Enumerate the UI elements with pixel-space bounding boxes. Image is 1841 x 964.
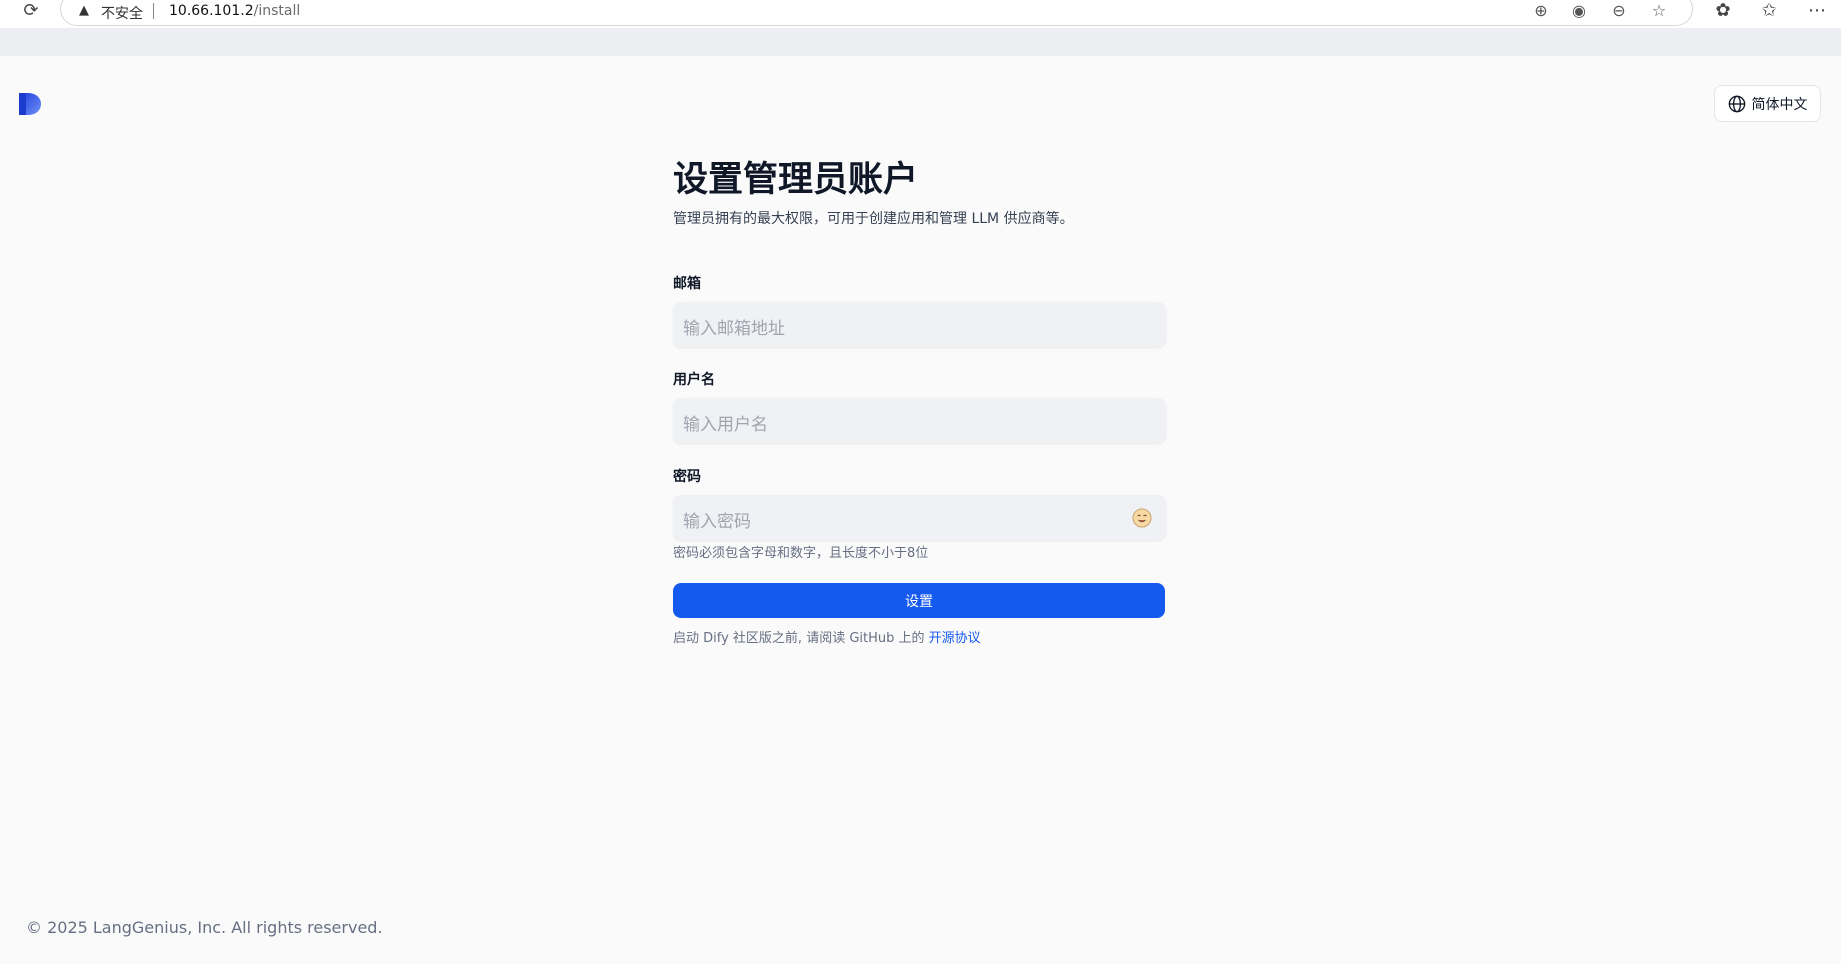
email-placeholder: 输入邮箱地址 <box>683 319 785 339</box>
favorite-star-icon[interactable]: ☆ <box>1649 1 1669 20</box>
open-source-license-link[interactable]: 开源协议 <box>929 631 981 646</box>
language-label: 简体中文 <box>1751 96 1808 113</box>
url-path: /install <box>253 3 301 19</box>
security-status[interactable]: 不安全 <box>101 3 143 23</box>
language-selector[interactable]: 简体中文 <box>1714 85 1821 122</box>
zoom-icon[interactable]: ⊕ <box>1531 1 1551 20</box>
page-subtitle: 管理员拥有的最大权限，可用于创建应用和管理 LLM 供应商等。 <box>673 211 1074 227</box>
license-notice: 启动 Dify 社区版之前, 请阅读 GitHub 上的 开源协议 <box>673 627 981 646</box>
username-placeholder: 输入用户名 <box>683 415 768 435</box>
extensions-icon[interactable]: ✿ <box>1712 0 1734 21</box>
warning-icon[interactable]: ▲ <box>79 3 89 18</box>
favorites-icon[interactable]: ✩ <box>1758 0 1780 21</box>
url-text[interactable]: 10.66.101.2/install <box>169 3 300 19</box>
more-options-circle-icon[interactable]: ⊖ <box>1609 1 1629 20</box>
reload-icon[interactable]: ⟳ <box>20 1 42 23</box>
setup-button[interactable]: 设置 <box>673 583 1165 618</box>
dify-logo-icon <box>19 93 41 115</box>
show-password-emoji-icon[interactable] <box>1132 508 1152 528</box>
password-placeholder: 输入密码 <box>683 512 751 532</box>
footer-copyright: © 2025 LangGenius, Inc. All rights reser… <box>26 918 383 937</box>
globe-icon <box>1728 95 1745 112</box>
address-divider <box>153 3 154 19</box>
edge-icon[interactable]: ◉ <box>1569 1 1589 20</box>
password-field[interactable]: 输入密码 <box>673 495 1166 540</box>
address-bar[interactable]: ▲ 不安全 10.66.101.2/install ⊕ ◉ ⊖ ☆ <box>60 0 1693 26</box>
password-label: 密码 <box>673 469 701 485</box>
page-title: 设置管理员账户 <box>673 160 919 200</box>
email-field[interactable]: 输入邮箱地址 <box>673 302 1166 347</box>
url-host: 10.66.101.2 <box>169 3 254 19</box>
password-hint: 密码必须包含字母和数字，且长度不小于8位 <box>673 546 929 561</box>
username-label: 用户名 <box>673 372 715 388</box>
browser-infobar <box>0 28 1841 56</box>
license-notice-text: 启动 Dify 社区版之前, 请阅读 GitHub 上的 <box>673 631 929 646</box>
username-field[interactable]: 输入用户名 <box>673 398 1166 443</box>
menu-icon[interactable]: ⋯ <box>1806 0 1828 21</box>
email-label: 邮箱 <box>673 276 701 292</box>
browser-toolbar: ⟳ ▲ 不安全 10.66.101.2/install ⊕ ◉ ⊖ ☆ ✿ ✩ … <box>0 0 1841 28</box>
install-page: 简体中文 设置管理员账户 管理员拥有的最大权限，可用于创建应用和管理 LLM 供… <box>0 56 1841 964</box>
setup-button-label: 设置 <box>905 593 933 610</box>
